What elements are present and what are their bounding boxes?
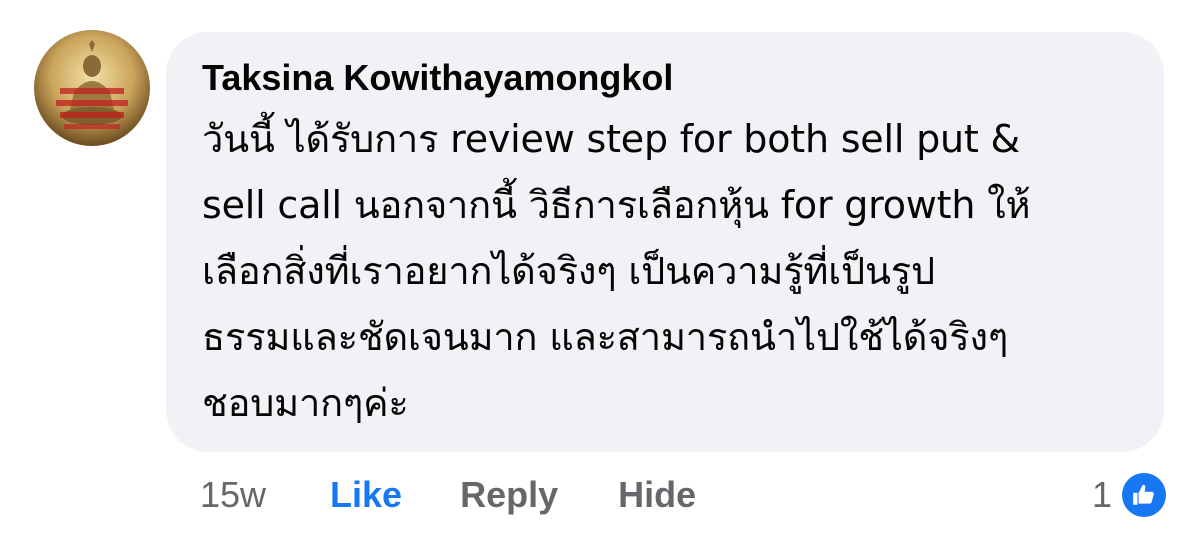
comment-bubble: Taksina Kowithayamongkol วันนี้ ได้รับกา… bbox=[166, 32, 1164, 452]
reaction-summary[interactable]: 1 bbox=[1092, 470, 1166, 520]
comment-author[interactable]: Taksina Kowithayamongkol bbox=[202, 54, 1140, 102]
hide-button[interactable]: Hide bbox=[618, 474, 696, 516]
like-reaction-badge bbox=[1122, 473, 1166, 517]
like-button[interactable]: Like bbox=[330, 474, 402, 516]
comment-timestamp[interactable]: 15w bbox=[200, 474, 266, 516]
buddha-avatar-icon bbox=[34, 30, 150, 146]
reply-button[interactable]: Reply bbox=[460, 474, 558, 516]
reaction-count: 1 bbox=[1091, 474, 1112, 515]
thumbs-up-icon bbox=[1133, 484, 1154, 505]
avatar[interactable] bbox=[34, 30, 150, 146]
comment-text: วันนี้ ได้รับการ review step for both se… bbox=[202, 117, 1031, 425]
comment-actions: 15w Like Reply Hide bbox=[200, 470, 696, 520]
